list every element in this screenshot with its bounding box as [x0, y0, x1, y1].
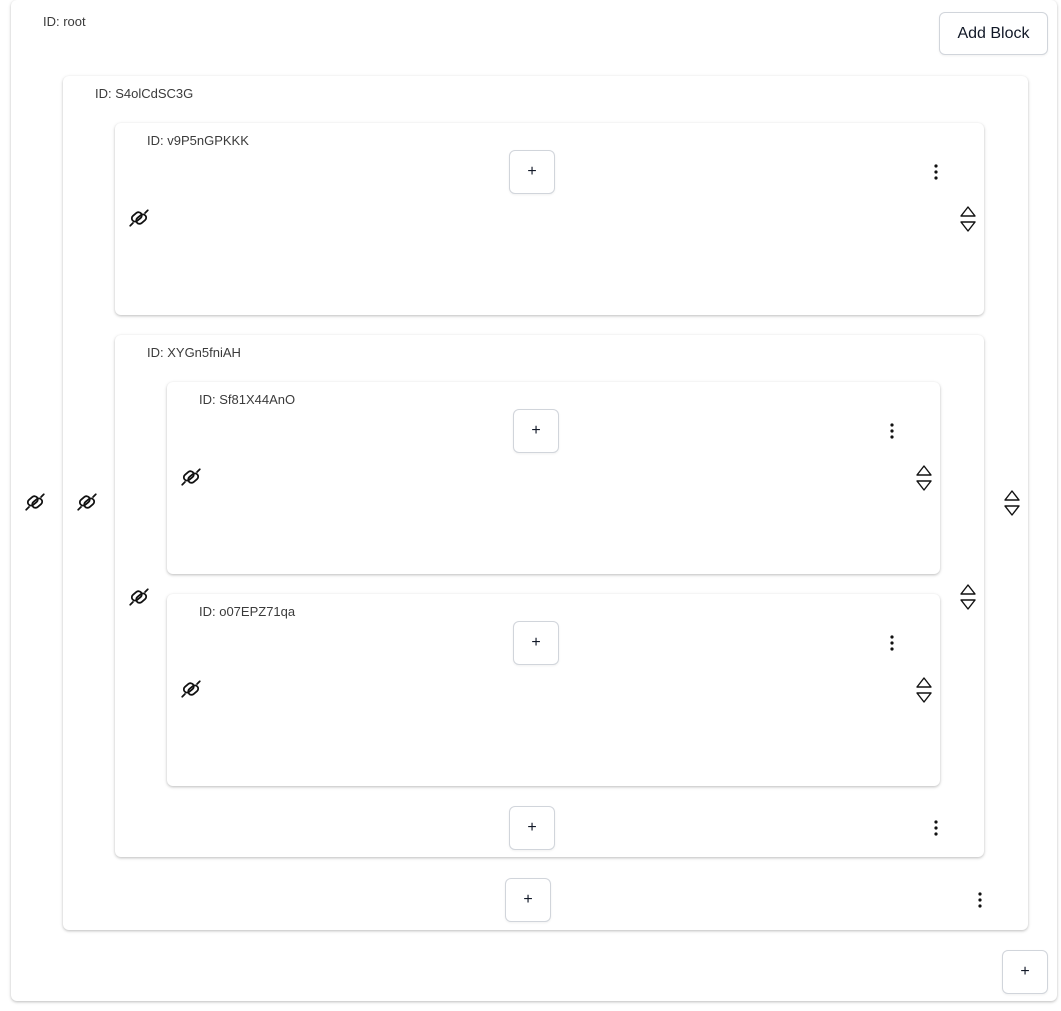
move-up-down-icon[interactable]: [915, 463, 933, 493]
block-id-label: ID: XYGn5fniAH: [147, 345, 241, 360]
block-id-label: ID: S4olCdSC3G: [95, 86, 194, 101]
move-up-down-icon[interactable]: [959, 582, 977, 612]
add-child-button[interactable]: +: [513, 621, 559, 665]
more-vertical-icon[interactable]: [932, 163, 940, 181]
add-child-button[interactable]: +: [509, 806, 555, 850]
add-child-button[interactable]: +: [513, 409, 559, 453]
link-drag-icon[interactable]: [128, 207, 150, 229]
link-drag-icon[interactable]: [128, 586, 150, 608]
more-vertical-icon[interactable]: [888, 422, 896, 440]
add-child-button[interactable]: +: [505, 878, 551, 922]
block-id-label: ID: v9P5nGPKKK: [147, 133, 249, 148]
link-drag-icon[interactable]: [180, 466, 202, 488]
block-id-label: ID: o07EPZ71qa: [199, 604, 296, 619]
block-id-label: ID: Sf81X44AnO: [199, 392, 296, 407]
add-child-button[interactable]: +: [1002, 950, 1048, 994]
link-drag-icon[interactable]: [180, 678, 202, 700]
link-drag-icon[interactable]: [76, 491, 98, 513]
block-id-label: ID: root: [43, 14, 86, 29]
more-vertical-icon[interactable]: [932, 819, 940, 837]
move-up-down-icon[interactable]: [1003, 488, 1021, 518]
link-drag-icon[interactable]: [24, 491, 46, 513]
move-up-down-icon[interactable]: [959, 204, 977, 234]
add-block-button[interactable]: Add Block: [939, 12, 1048, 55]
more-vertical-icon[interactable]: [888, 634, 896, 652]
move-up-down-icon[interactable]: [915, 675, 933, 705]
more-vertical-icon[interactable]: [976, 891, 984, 909]
add-child-button[interactable]: +: [509, 150, 555, 194]
